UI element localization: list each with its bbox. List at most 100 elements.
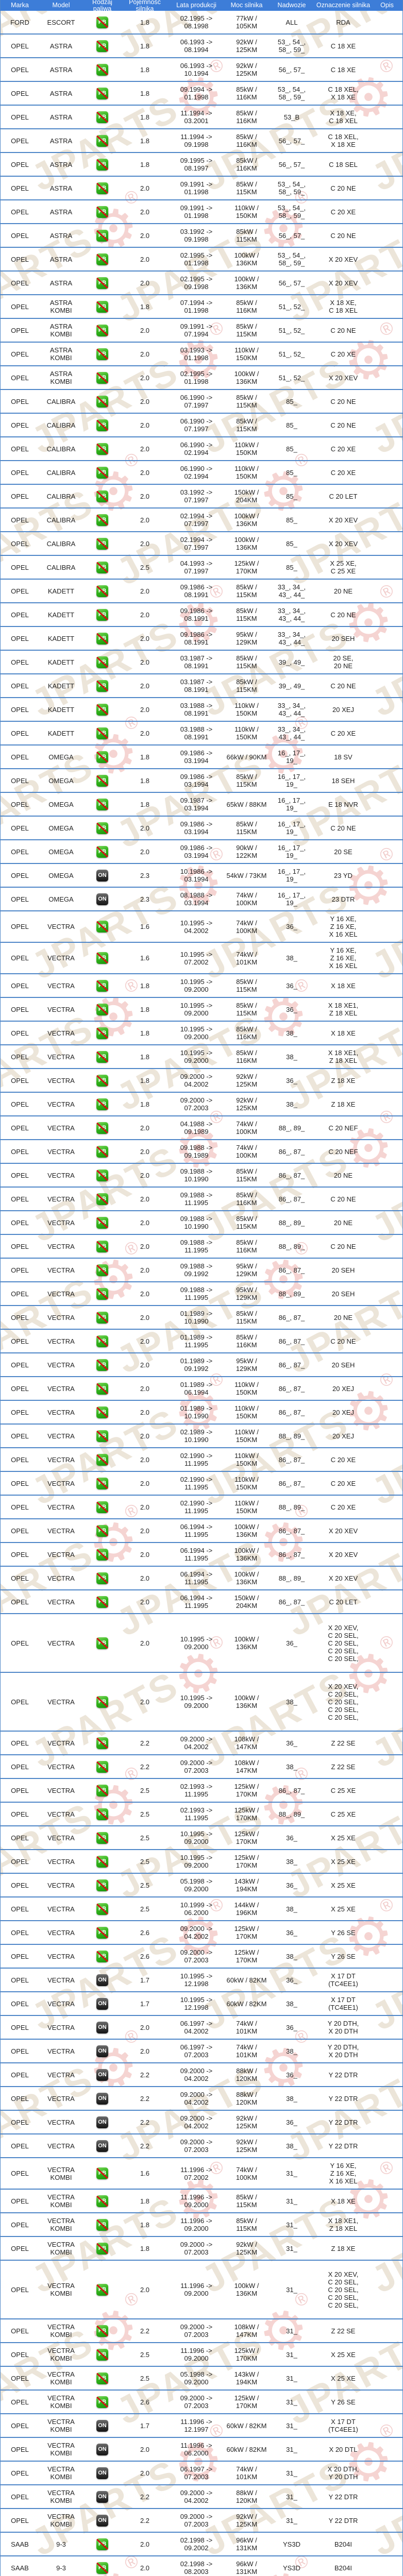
fuel-petrol-pb-icon: PB bbox=[96, 798, 108, 810]
cell-rodzaj-paliwa: PB bbox=[83, 511, 122, 530]
cell-moc-silnika: 77kW / 105KM bbox=[236, 14, 258, 30]
table-row: OPEL VECTRA PB 2.0 01.1989 -> 10.1990 85kW / … bbox=[1, 1306, 402, 1330]
cell-marka: OPEL bbox=[11, 208, 29, 216]
table-row: OPEL VECTRA PB 2.5 02.1993 -> 11.1995 125kW /… bbox=[1, 1803, 402, 1826]
cell-nadwozie: 36_ bbox=[286, 1739, 297, 1747]
fuel-icon-label: PB bbox=[98, 398, 107, 404]
cell-pojemnosc-silnika: 1.7 bbox=[140, 1976, 150, 1984]
fuel-petrol-pb-icon: PB bbox=[96, 277, 108, 289]
cell-oznaczenie-silnika: Z 22 SE bbox=[331, 1762, 356, 1771]
cell-oznaczenie-silnika: 20 SEH bbox=[331, 634, 355, 642]
cell-pojemnosc-silnika: 1.8 bbox=[140, 2244, 150, 2252]
fuel-diesel-on-icon: ON bbox=[96, 2140, 108, 2152]
fuel-icon-label: PB bbox=[98, 303, 107, 310]
cell-pojemnosc-silnika: 2.0 bbox=[140, 2445, 150, 2453]
cell-rodzaj-paliwa: PB bbox=[83, 1805, 122, 1824]
cell-marka: OPEL bbox=[11, 1786, 29, 1794]
cell-lata-produkcji: 09.1988 -> 11.1995 bbox=[180, 1191, 213, 1207]
table-row: OPEL VECTRA KOMBI ON 2.2 09.2000 -> 04.2002 8… bbox=[1, 2485, 402, 2509]
fuel-icon-label: PB bbox=[98, 113, 107, 120]
fuel-petrol-pb-icon: PB bbox=[96, 111, 108, 123]
cell-lata-produkcji: 11.1996 -> 09.2000 bbox=[180, 2347, 212, 2362]
cell-rodzaj-paliwa: PB bbox=[83, 2280, 122, 2299]
cell-model: VECTRA KOMBI bbox=[47, 2489, 75, 2504]
cell-rodzaj-paliwa: PB bbox=[83, 605, 122, 624]
cell-opis bbox=[372, 2327, 402, 2334]
table-row: OPEL ASTRA KOMBI PB 2.0 09.1991 -> 07.1994 85… bbox=[1, 319, 402, 343]
cell-moc-silnika: 125kW / 170KM bbox=[234, 1948, 259, 1964]
fuel-petrol-pb-icon: PB bbox=[96, 1453, 108, 1466]
table-row: OPEL VECTRA PB 1.6 10.1995 -> 07.2002 74kW / … bbox=[1, 943, 402, 974]
cell-model: CALIBRA bbox=[46, 539, 76, 548]
cell-nadwozie: 86_, 87_ bbox=[278, 1337, 305, 1345]
table-row: OPEL VECTRA KOMBI PB 1.6 11.1996 -> 07.2002 7… bbox=[1, 2158, 402, 2190]
cell-oznaczenie-silnika: C 18 XE bbox=[330, 65, 356, 74]
cell-marka: OPEL bbox=[11, 871, 29, 879]
cell-nadwozie: 56_, 57_ bbox=[278, 137, 305, 145]
col-header-opis: Opis bbox=[380, 2, 394, 9]
cell-oznaczenie-silnika: Y 22 DTR bbox=[328, 2142, 358, 2150]
cell-rodzaj-paliwa: PB bbox=[83, 1947, 122, 1966]
fuel-petrol-pb-icon: PB bbox=[96, 656, 108, 668]
cell-rodzaj-paliwa: PB bbox=[83, 155, 122, 174]
cell-model: ASTRA KOMBI bbox=[49, 370, 73, 385]
table-row: OPEL VECTRA ON 2.2 09.2000 -> 07.2003 92kW / … bbox=[1, 2134, 402, 2158]
cell-nadwozie: 86_, 87_ bbox=[278, 1598, 305, 1606]
cell-opis bbox=[372, 1029, 402, 1037]
table-row: OPEL CALIBRA PB 2.0 03.1992 -> 07.1997 150kW … bbox=[1, 485, 402, 509]
cell-lata-produkcji: 10.1995 -> 09.2000 bbox=[180, 1830, 213, 1845]
cell-lata-produkcji: 10.1986 -> 03.1994 bbox=[180, 868, 213, 883]
table-row: OPEL OMEGA ON 2.3 08.1988 -> 03.1994 74kW / 1… bbox=[1, 888, 402, 911]
cell-nadwozie: 38_ bbox=[286, 1100, 297, 1108]
fuel-petrol-pb-icon: PB bbox=[96, 1855, 108, 1868]
table-row: OPEL CALIBRA PB 2.0 02.1994 -> 07.1997 100kW … bbox=[1, 532, 402, 556]
cell-opis bbox=[372, 730, 402, 737]
cell-marka: OPEL bbox=[11, 2398, 29, 2406]
fuel-icon-label: ON bbox=[98, 2071, 107, 2078]
cell-oznaczenie-silnika: X 20 XEV, C 20 SEL, C 20 SEL, C 20 SEL, … bbox=[328, 2270, 359, 2309]
table-row: OPEL VECTRA KOMBI ON 2.0 06.1997 -> 07.2003 7… bbox=[1, 2462, 402, 2485]
fuel-petrol-pb-icon: PB bbox=[96, 727, 108, 739]
cell-oznaczenie-silnika: Y 22 DTR bbox=[328, 2516, 358, 2524]
cell-marka: OPEL bbox=[11, 1005, 29, 1013]
cell-nadwozie: 85_ bbox=[286, 539, 297, 548]
cell-marka: SAAB bbox=[11, 2540, 29, 2548]
cell-pojemnosc-silnika: 1.8 bbox=[140, 2197, 150, 2205]
cell-pojemnosc-silnika: 1.8 bbox=[140, 1053, 150, 1061]
fuel-petrol-pb-icon: PB bbox=[96, 2325, 108, 2337]
cell-rodzaj-paliwa: PB bbox=[83, 1332, 122, 1351]
cell-marka: OPEL bbox=[11, 374, 29, 382]
cell-model: ASTRA bbox=[49, 113, 73, 121]
cell-model: VECTRA bbox=[47, 1905, 75, 1913]
fuel-icon-label: PB bbox=[98, 923, 107, 929]
fuel-icon-label: PB bbox=[98, 1266, 107, 1273]
fuel-diesel-on-icon: ON bbox=[96, 2092, 108, 2105]
cell-nadwozie: 51_, 52_ bbox=[278, 374, 305, 382]
cell-nadwozie: 16_, 17_, 19_ bbox=[277, 891, 306, 907]
fuel-petrol-pb-icon: PB bbox=[96, 348, 108, 360]
cell-lata-produkcji: 10.1995 -> 07.2002 bbox=[180, 950, 213, 966]
cell-model: VECTRA bbox=[47, 2118, 75, 2126]
cell-rodzaj-paliwa: ON bbox=[83, 2089, 122, 2108]
fuel-petrol-pb-icon: PB bbox=[96, 1832, 108, 1844]
cell-rodzaj-paliwa: PB bbox=[83, 1118, 122, 1138]
cell-rodzaj-paliwa: ON bbox=[83, 2464, 122, 2483]
fuel-petrol-pb-icon: PB bbox=[96, 1808, 108, 1820]
cell-nadwozie: 86_, 87_ bbox=[278, 1786, 305, 1794]
cell-lata-produkcji: 11.1996 -> 09.2000 bbox=[180, 2217, 212, 2232]
cell-lata-produkcji: 11.1996 -> 12.1997 bbox=[180, 2418, 212, 2433]
cell-pojemnosc-silnika: 2.3 bbox=[140, 871, 150, 879]
cell-opis bbox=[372, 2047, 402, 2055]
cell-rodzaj-paliwa: ON bbox=[83, 2018, 122, 2037]
cell-model: KADETT bbox=[47, 658, 75, 666]
cell-nadwozie: 85_ bbox=[286, 492, 297, 500]
cell-model: VECTRA KOMBI bbox=[47, 2165, 75, 2181]
cell-oznaczenie-silnika: X 25 XE bbox=[331, 1857, 356, 1866]
cell-marka: OPEL bbox=[11, 2197, 29, 2205]
cell-pojemnosc-silnika: 1.8 bbox=[140, 1029, 150, 1037]
fuel-icon-label: PB bbox=[98, 706, 107, 713]
cell-model: VECTRA bbox=[47, 1266, 75, 1274]
cell-pojemnosc-silnika: 1.6 bbox=[140, 954, 150, 962]
fuel-icon-label: PB bbox=[98, 1337, 107, 1344]
cell-model: VECTRA bbox=[47, 923, 75, 930]
